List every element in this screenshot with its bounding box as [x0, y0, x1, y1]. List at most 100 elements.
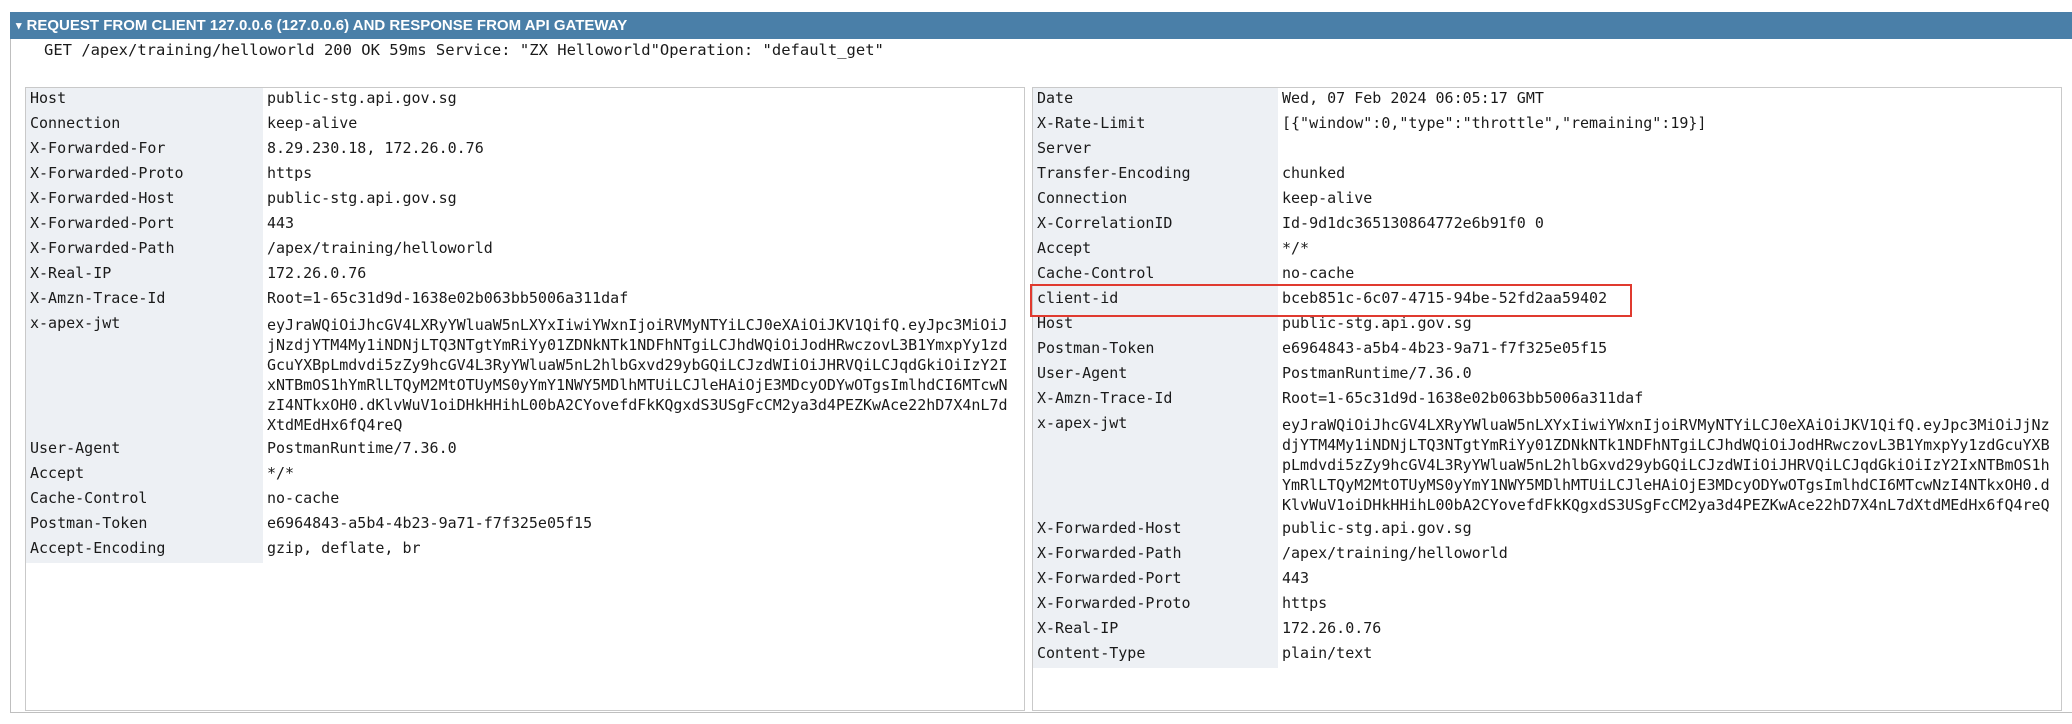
request-header-row: X-Real-IP 172.26.0.76 — [26, 263, 1018, 288]
request-header-key: X-Forwarded-For — [26, 138, 263, 163]
response-header-value: Id-9d1dc365130864772e6b91f0 0 — [1282, 214, 1544, 232]
response-header-value: e6964843-a5b4-4b23-9a71-f7f325e05f15 — [1282, 339, 1608, 357]
response-header-row: X-Rate-Limit [{"window":0,"type":"throttl… — [1033, 113, 2056, 138]
response-header-row: Server — [1033, 138, 2056, 163]
response-header-row: Host public-stg.api.gov.sg — [1033, 313, 2056, 338]
response-header-key: X-Forwarded-Host — [1033, 518, 1278, 543]
response-header-key: Host — [1033, 313, 1278, 338]
response-header-value: [{"window":0,"type":"throttle","remainin… — [1282, 114, 1707, 132]
response-header-row: Accept */* — [1033, 238, 2056, 263]
request-header-value: no-cache — [267, 489, 340, 507]
request-header-key: Accept — [26, 463, 263, 488]
response-header-value: public-stg.api.gov.sg — [1282, 314, 1472, 332]
response-header-key: X-Amzn-Trace-Id — [1033, 388, 1278, 413]
request-header-value: e6964843-a5b4-4b23-9a71-f7f325e05f15 — [267, 514, 593, 532]
response-header-row: X-Forwarded-Proto https — [1033, 593, 2056, 618]
request-header-row: User-Agent PostmanRuntime/7.36.0 — [26, 438, 1018, 463]
response-header-value: keep-alive — [1282, 189, 1373, 207]
request-header-value: public-stg.api.gov.sg — [267, 189, 457, 207]
response-header-row: User-Agent PostmanRuntime/7.36.0 — [1033, 363, 2056, 388]
response-header-value: plain/text — [1282, 644, 1373, 662]
request-header-row: Postman-Token e6964843-a5b4-4b23-9a71-f7f… — [26, 513, 1018, 538]
response-header-value: eyJraWQiOiJhcGV4LXRyYWluaW5nLXYxIiwiYWxn… — [1282, 416, 2050, 514]
response-header-key: X-Forwarded-Path — [1033, 543, 1278, 568]
response-header-row: Transfer-Encoding chunked — [1033, 163, 2056, 188]
section-header[interactable]: ▾ REQUEST FROM CLIENT 127.0.0.6 (127.0.0.… — [10, 12, 2072, 39]
response-header-row: X-Forwarded-Host public-stg.api.gov.sg — [1033, 518, 2056, 543]
request-header-key: X-Forwarded-Host — [26, 188, 263, 213]
section-title: REQUEST FROM CLIENT 127.0.0.6 (127.0.0.6… — [26, 17, 628, 34]
request-header-value: eyJraWQiOiJhcGV4LXRyYWluaW5nLXYxIiwiYWxn… — [267, 316, 1008, 434]
response-header-value — [1278, 138, 2056, 163]
request-header-key: User-Agent — [26, 438, 263, 463]
request-header-row: X-Forwarded-Port 443 — [26, 213, 1018, 238]
response-header-key: Cache-Control — [1033, 263, 1278, 288]
response-header-row: X-CorrelationID Id-9d1dc365130864772e6b91… — [1033, 213, 2056, 238]
response-header-key: Postman-Token — [1033, 338, 1278, 363]
response-header-key: Date — [1033, 88, 1278, 113]
response-header-key: Accept — [1033, 238, 1278, 263]
request-header-value: Root=1-65c31d9d-1638e02b063bb5006a311daf — [267, 289, 629, 307]
response-header-row: X-Forwarded-Port 443 — [1033, 568, 2056, 593]
response-header-value: public-stg.api.gov.sg — [1282, 519, 1472, 537]
request-header-row: X-Forwarded-For 8.29.230.18, 172.26.0.76 — [26, 138, 1018, 163]
response-header-row: x-apex-jwt eyJraWQiOiJhcGV4LXRyYWluaW5nLX… — [1033, 413, 2056, 518]
request-header-row: Cache-Control no-cache — [26, 488, 1018, 513]
collapse-triangle-icon[interactable]: ▾ — [16, 13, 22, 39]
request-header-key: x-apex-jwt — [26, 313, 263, 438]
request-header-key: Accept-Encoding — [26, 538, 263, 563]
request-header-key: X-Amzn-Trace-Id — [26, 288, 263, 313]
response-header-value: bceb851c-6c07-4715-94be-52fd2aa59402 — [1282, 289, 1608, 307]
response-headers-table: Date Wed, 07 Feb 2024 06:05:17 GMT X-Rate-… — [1032, 87, 2062, 711]
request-header-key: Host — [26, 88, 263, 113]
response-header-row: Date Wed, 07 Feb 2024 06:05:17 GMT — [1033, 88, 2056, 113]
response-header-key: X-Forwarded-Port — [1033, 568, 1278, 593]
response-header-value: 172.26.0.76 — [1282, 619, 1382, 637]
response-header-key: X-Rate-Limit — [1033, 113, 1278, 138]
response-header-key: Server — [1033, 138, 1278, 163]
response-header-row: X-Forwarded-Path/apex/training/helloworl… — [1033, 543, 2056, 568]
response-header-value: https — [1282, 594, 1328, 612]
response-header-key: x-apex-jwt — [1033, 413, 1278, 518]
response-header-row: Content-Type plain/text — [1033, 643, 2056, 668]
response-header-value: 443 — [1282, 569, 1310, 587]
request-header-value: keep-alive — [267, 114, 358, 132]
response-header-row: X-Amzn-Trace-Id Root=1-65c31d9d-1638e02b0… — [1033, 388, 2056, 413]
request-header-value: */* — [267, 464, 295, 482]
response-header-key: User-Agent — [1033, 363, 1278, 388]
response-header-row: Cache-Control no-cache — [1033, 263, 2056, 288]
request-header-row: X-Forwarded-Host public-stg.api.gov.sg — [26, 188, 1018, 213]
request-header-key: X-Forwarded-Proto — [26, 163, 263, 188]
request-header-row: X-Forwarded-Proto https — [26, 163, 1018, 188]
response-header-key: Connection — [1033, 188, 1278, 213]
response-header-value: no-cache — [1282, 264, 1355, 282]
response-header-key: client-id — [1033, 288, 1278, 313]
response-header-value: chunked — [1282, 164, 1346, 182]
request-header-value: PostmanRuntime/7.36.0 — [267, 439, 457, 457]
request-header-value: 8.29.230.18, 172.26.0.76 — [267, 139, 484, 157]
request-header-row: Connection keep-alive — [26, 113, 1018, 138]
request-header-value: https — [267, 164, 313, 182]
response-header-row: Postman-Token e6964843-a5b4-4b23-9a71-f7f… — [1033, 338, 2056, 363]
request-header-row: Accept */* — [26, 463, 1018, 488]
response-header-row: Connection keep-alive — [1033, 188, 2056, 213]
request-header-value: 443 — [267, 214, 295, 232]
request-header-key: Cache-Control — [26, 488, 263, 513]
request-header-row: Host public-stg.api.gov.sg — [26, 88, 1018, 113]
request-header-value: 172.26.0.76 — [267, 264, 367, 282]
request-summary: GET /apex/training/helloworld 200 OK 59m… — [44, 41, 884, 59]
response-header-key: Transfer-Encoding — [1033, 163, 1278, 188]
response-header-key: X-Forwarded-Proto — [1033, 593, 1278, 618]
request-header-value: public-stg.api.gov.sg — [267, 89, 457, 107]
response-header-value: */* — [1282, 239, 1310, 257]
request-header-row: X-Amzn-Trace-Id Root=1-65c31d9d-1638e02b0… — [26, 288, 1018, 313]
response-header-row: X-Real-IP 172.26.0.76 — [1033, 618, 2056, 643]
request-header-key: X-Real-IP — [26, 263, 263, 288]
request-headers-table: Host public-stg.api.gov.sg Connection keep-… — [25, 87, 1025, 711]
request-header-row: Accept-Encoding gzip, deflate, br — [26, 538, 1018, 563]
response-header-key: X-CorrelationID — [1033, 213, 1278, 238]
request-header-key: Postman-Token — [26, 513, 263, 538]
response-header-row: client-id bceb851c-6c07-4715-94be-52fd2aa… — [1033, 288, 2056, 313]
request-header-value: /apex/training/helloworld — [267, 239, 493, 257]
response-header-value: PostmanRuntime/7.36.0 — [1282, 364, 1472, 382]
